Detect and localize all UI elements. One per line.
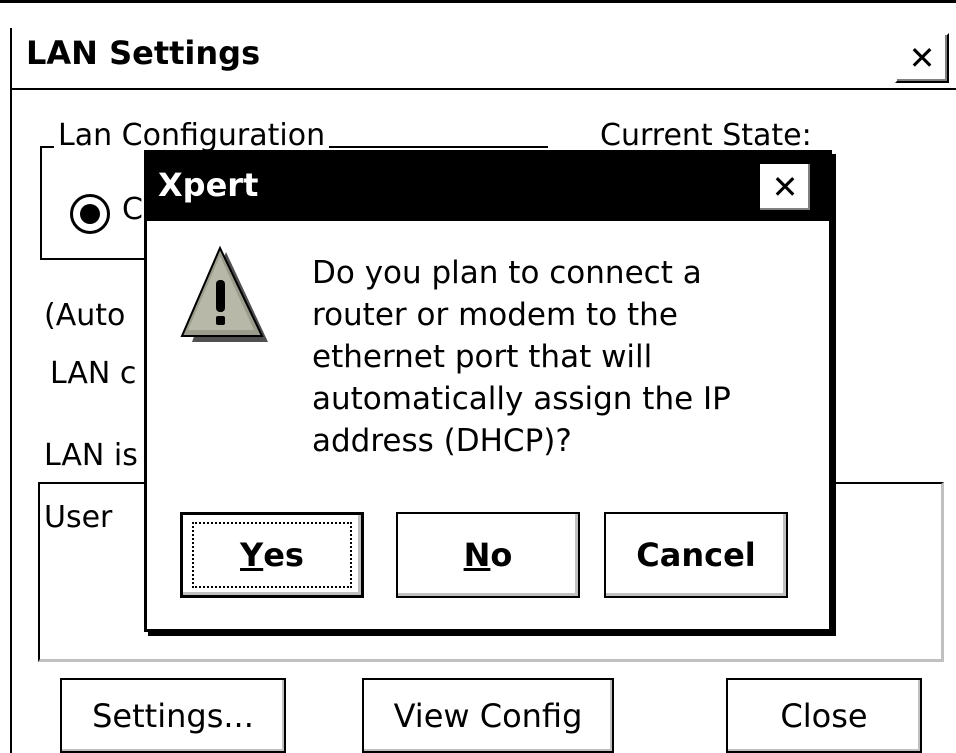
dialog-close-button[interactable]: ✕ bbox=[758, 162, 812, 212]
title-divider bbox=[12, 88, 956, 90]
no-mnemonic: N bbox=[463, 536, 491, 574]
no-label: o bbox=[490, 536, 513, 574]
window-top-border bbox=[0, 0, 956, 3]
radio-selected-dot bbox=[80, 204, 100, 224]
close-icon: ✕ bbox=[908, 39, 936, 77]
group-legend: Lan Configuration bbox=[54, 118, 330, 153]
config-radio-label[interactable]: C bbox=[122, 192, 143, 227]
dialog-title: Xpert bbox=[158, 166, 259, 204]
no-button[interactable]: No bbox=[396, 512, 580, 598]
cancel-button[interactable]: Cancel bbox=[604, 512, 788, 598]
auto-text: (Auto bbox=[44, 298, 126, 333]
close-icon: ✕ bbox=[771, 168, 799, 206]
window-left-border bbox=[10, 28, 12, 753]
warning-icon bbox=[180, 245, 268, 342]
lan-status-text: LAN is bbox=[44, 438, 138, 473]
close-button[interactable]: Close bbox=[726, 678, 922, 753]
yes-focus-ring bbox=[192, 522, 352, 588]
lan-connection-text: LAN c bbox=[50, 356, 137, 391]
view-config-button[interactable]: View Config bbox=[362, 678, 614, 753]
settings-button[interactable]: Settings... bbox=[60, 678, 286, 753]
user-text: User bbox=[44, 500, 113, 535]
window-title: LAN Settings bbox=[26, 34, 261, 72]
window-close-button[interactable]: ✕ bbox=[895, 33, 949, 83]
current-state-label: Current State: bbox=[600, 118, 812, 153]
dialog-message: Do you plan to connect a router or modem… bbox=[312, 255, 731, 459]
